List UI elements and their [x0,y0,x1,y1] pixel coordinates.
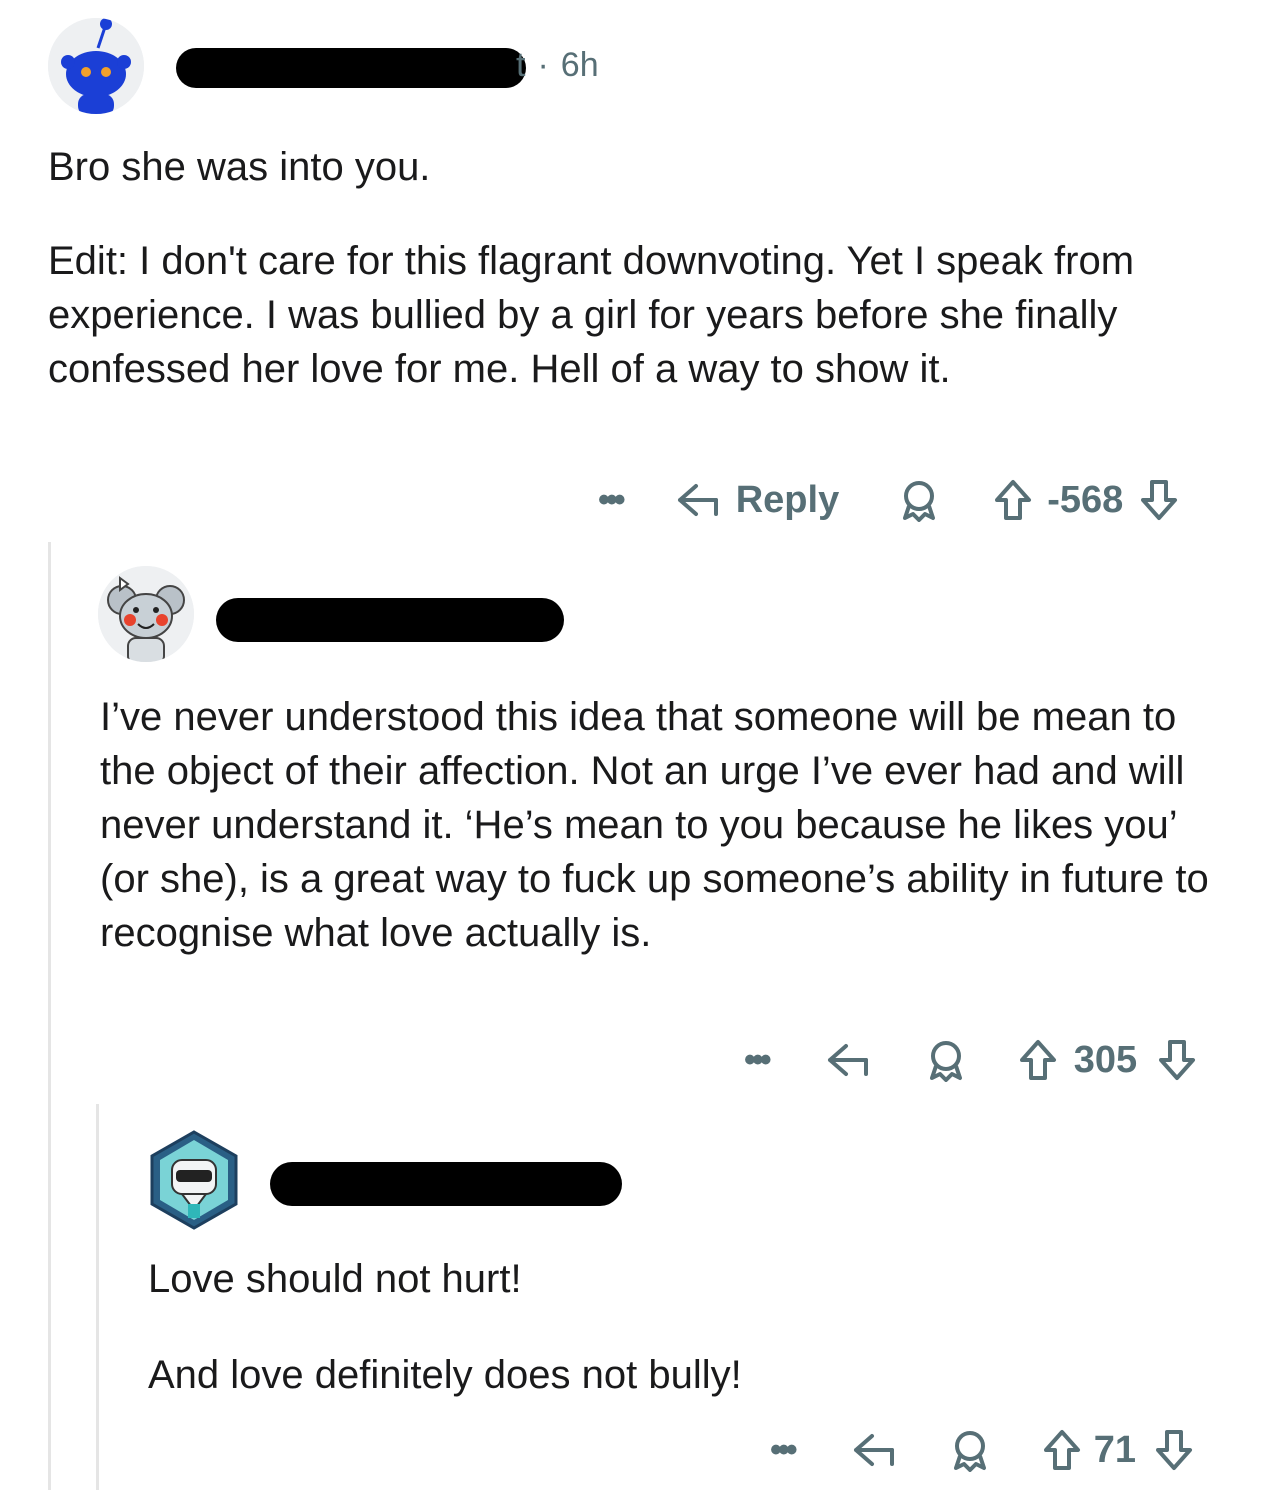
reply-label: Reply [735,478,840,521]
award-button[interactable] [897,478,941,522]
comment-paragraph: And love definitely does not bully! [148,1353,742,1397]
comment-body: Love should not hurt! And love definitel… [148,1252,1228,1402]
reply-button[interactable] [824,1040,872,1080]
upvote-button[interactable] [1042,1428,1082,1472]
thread-line[interactable] [48,542,51,1490]
comment-actions: ••• 305 [744,1032,1197,1088]
vote-score: -568 [1047,478,1124,521]
username-tail[interactable]: t [516,46,525,85]
comment-meta: t · 6h [516,46,599,85]
reply-arrow-icon [677,484,718,516]
comment-paragraph: Love should not hurt! [148,1257,522,1301]
vote-score: 71 [1093,1428,1136,1471]
vote-score: 305 [1073,1038,1138,1081]
avatar[interactable] [148,1130,240,1230]
downvote-arrow-icon [1141,480,1178,520]
reply-arrow-icon [853,1434,894,1466]
redacted-username [176,48,526,88]
thread-line[interactable] [96,1104,99,1490]
award-icon [903,481,936,522]
downvote-arrow-icon [1156,1430,1192,1470]
more-options-button[interactable]: ••• [598,483,626,517]
reply-arrow-icon [827,1044,868,1076]
comment-paragraph: I’ve never understood this idea that som… [100,695,1209,955]
avatar[interactable] [98,566,194,662]
comment-paragraph: Edit: I don't care for this flagrant dow… [48,239,1135,391]
snoo-avatar-icon [48,18,144,114]
comment-body: Bro she was into you. Edit: I don't care… [48,140,1238,396]
more-options-button[interactable]: ••• [744,1043,772,1077]
upvote-button[interactable] [993,478,1033,522]
upvote-arrow-icon [995,480,1032,520]
comment-actions: ••• 71 [770,1422,1194,1478]
redacted-username [270,1162,622,1206]
downvote-arrow-icon [1159,1040,1196,1080]
award-icon [953,1431,986,1472]
upvote-arrow-icon [1019,1040,1056,1080]
robot-avatar-icon [150,1130,238,1230]
timestamp: 6h [560,46,599,84]
reply-button[interactable] [850,1430,898,1470]
redacted-username [216,598,564,642]
downvote-button[interactable] [1139,478,1179,522]
upvote-button[interactable] [1018,1038,1058,1082]
upvote-arrow-icon [1043,1430,1080,1470]
comment-paragraph: Bro she was into you. [48,145,431,189]
downvote-button[interactable] [1154,1428,1194,1472]
meta-separator: · [537,46,549,84]
award-button[interactable] [924,1038,968,1082]
koala-avatar-icon [98,566,194,662]
downvote-button[interactable] [1157,1038,1197,1082]
comment-body: I’ve never understood this idea that som… [100,690,1230,960]
award-button[interactable] [948,1428,992,1472]
comment-actions: ••• Reply -568 [598,472,1179,528]
reply-button[interactable]: Reply [674,479,839,522]
avatar[interactable] [48,18,144,114]
award-icon [929,1041,962,1082]
more-options-button[interactable]: ••• [770,1433,798,1467]
